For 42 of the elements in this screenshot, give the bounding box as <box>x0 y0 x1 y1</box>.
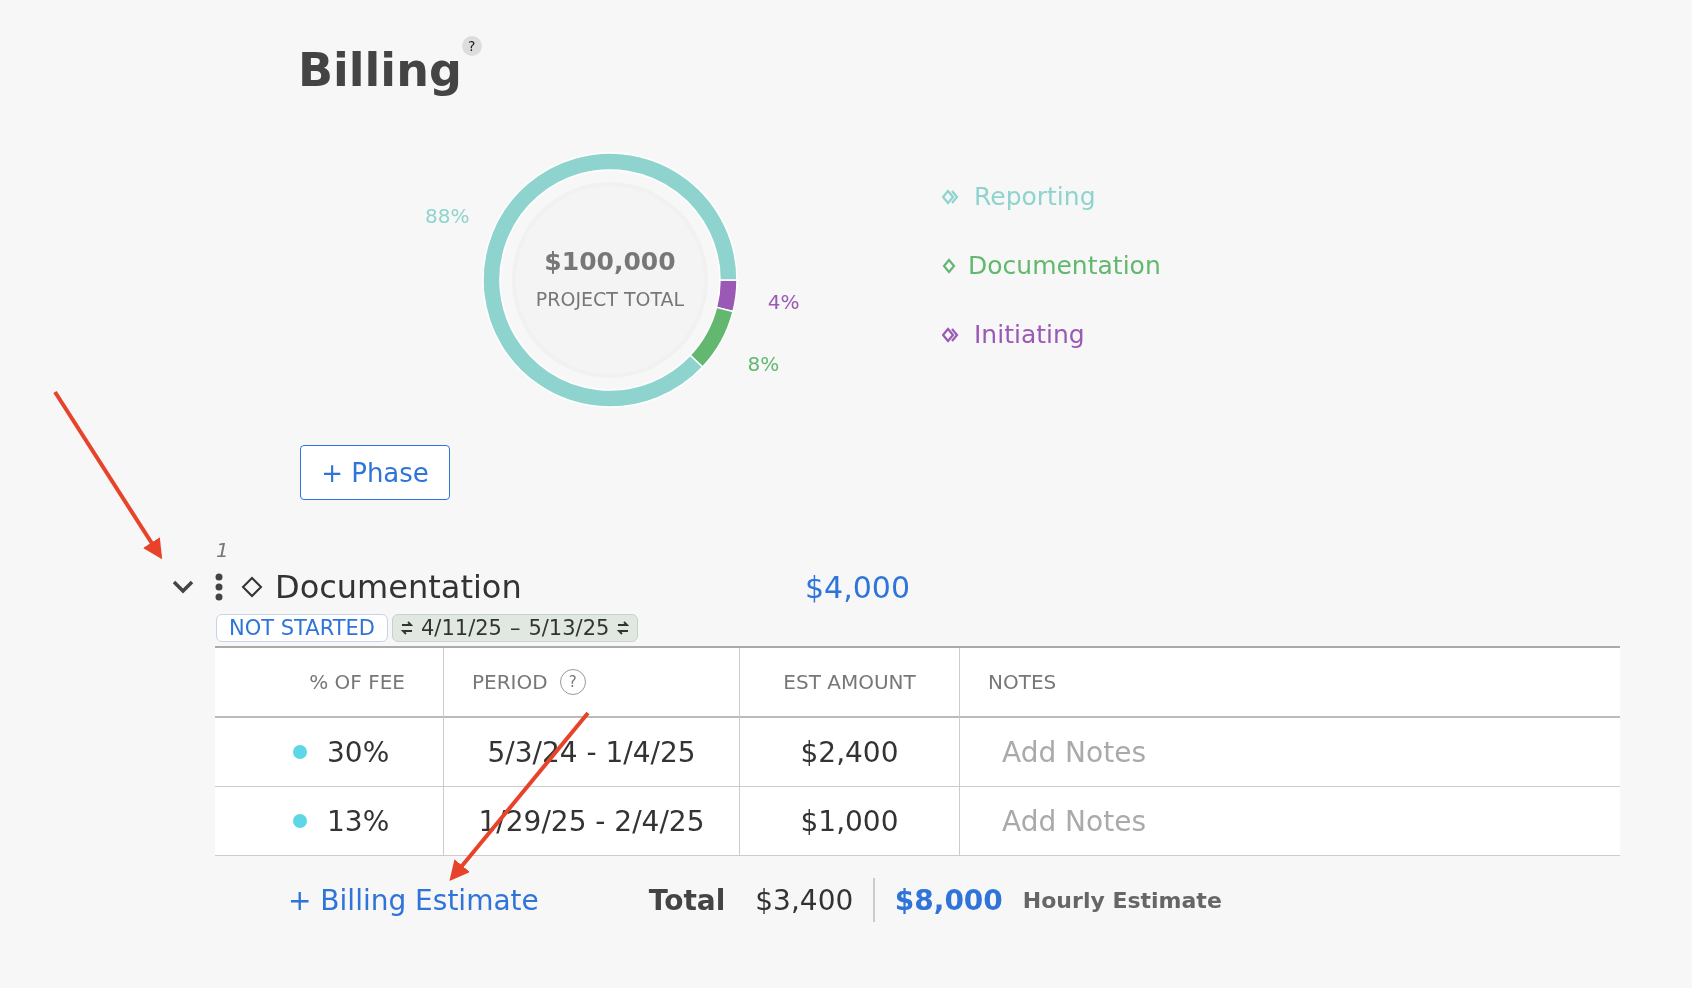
status-badge: NOT STARTED <box>216 614 388 642</box>
swap-icon <box>617 621 630 635</box>
add-billing-estimate-link[interactable]: + Billing Estimate <box>288 883 539 917</box>
diamond-icon <box>942 257 956 274</box>
phase-number: 1 <box>216 538 230 564</box>
total-amount: $3,400 <box>755 883 854 917</box>
chevron-icon[interactable] <box>172 580 194 594</box>
legend-label: Initiating <box>974 320 1085 349</box>
column-header: EST AMOUNT <box>783 670 916 694</box>
total-label: Total <box>648 883 726 917</box>
start-date: 4/11/25 <box>420 616 502 640</box>
legend-label: Documentation <box>968 251 1161 280</box>
page-title: Billing <box>298 42 462 99</box>
date-range-chip[interactable]: 4/11/25 – 5/13/25 <box>391 614 639 642</box>
amount-cell: $2,400 <box>800 735 899 769</box>
amount-cell: $1,000 <box>800 804 899 838</box>
end-date: 5/13/25 <box>528 616 610 640</box>
diamond-icon <box>241 576 263 598</box>
column-header: % OF FEE <box>309 670 405 694</box>
column-header: NOTES <box>988 670 1057 694</box>
legend-label: Reporting <box>974 182 1096 211</box>
swap-icon <box>400 621 413 635</box>
percent-label: 4% <box>767 289 800 314</box>
percent-label: 8% <box>747 352 780 377</box>
column-header: PERIOD <box>472 670 548 694</box>
project-total-label: PROJECT TOTAL <box>535 288 685 310</box>
fee-percent: 30% <box>327 735 390 769</box>
help-icon[interactable]: ? <box>461 36 482 56</box>
phase-amount: $4,000 <box>805 569 910 605</box>
phase-name: Documentation <box>275 568 523 606</box>
hourly-estimate-amount: $8,000 <box>894 883 1003 917</box>
project-total-amount: $100,000 <box>544 247 676 276</box>
notes-field[interactable]: Add Notes <box>1000 803 1504 839</box>
add-phase-button[interactable]: + Phase <box>300 445 450 500</box>
hourly-estimate-label: Hourly Estimate <box>1022 887 1222 913</box>
notes-field[interactable]: Add Notes <box>1000 734 1504 770</box>
more-options-icon[interactable] <box>215 573 223 601</box>
fee-percent: 13% <box>327 804 390 838</box>
percent-label: 88% <box>425 203 470 228</box>
date-separator: – <box>509 616 521 640</box>
status-dot-icon <box>293 814 307 828</box>
status-dot-icon <box>293 745 307 759</box>
